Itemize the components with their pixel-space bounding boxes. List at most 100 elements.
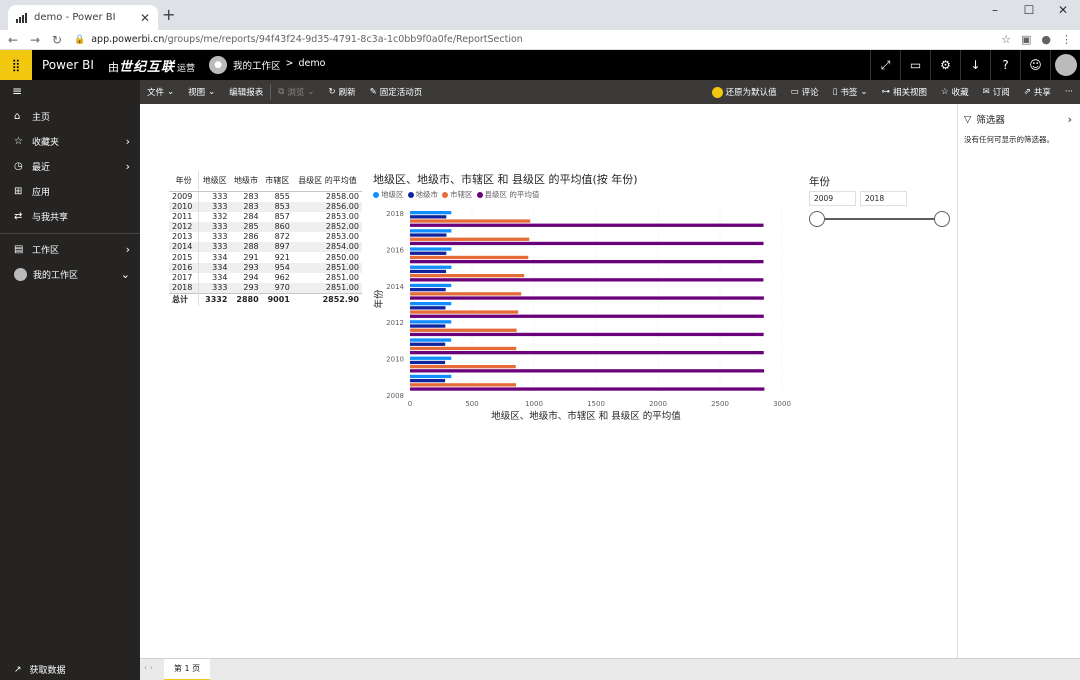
download-icon[interactable]: ↓ xyxy=(960,50,990,80)
table-row[interactable]: 2016 334 293 954 2851.00 xyxy=(169,262,362,273)
command-bar: 文件 ⌄ 视图 ⌄ 编辑报表 ⧉ 浏览 ⌄ ↻ 刷新 ✎ 固定活动页 还原为默认值 ▭ 评论 … xyxy=(140,80,1080,104)
settings-icon[interactable]: ⚙ xyxy=(930,50,960,80)
forward-icon[interactable]: → xyxy=(26,33,44,47)
subscribe-label: 订阅 xyxy=(992,88,1010,98)
workspaces-icon: ▤ xyxy=(14,244,24,255)
refresh-button[interactable]: ↻ 刷新 xyxy=(322,86,363,98)
table-cell: 2011 xyxy=(169,211,200,222)
legend-item[interactable]: 市辖区 xyxy=(442,189,473,200)
column-header[interactable]: 地级区 xyxy=(198,171,231,192)
slicer-to-input[interactable]: 2018 xyxy=(860,191,907,206)
extension-icon[interactable]: ▣ xyxy=(1021,33,1031,46)
workspace-avatar: ● xyxy=(209,56,228,74)
table-cell: 2852.00 xyxy=(292,221,362,233)
nav-apps[interactable]: ⊞ 应用 xyxy=(0,179,140,204)
table-cell: 2851.00 xyxy=(292,283,362,294)
related-view-button[interactable]: ⊶ 相关视图 xyxy=(874,86,934,98)
table-row[interactable]: 2013 333 286 872 2853.00 xyxy=(169,232,362,243)
page-tab[interactable]: 第 1 页 xyxy=(164,659,210,680)
table-row[interactable]: 2014 333 288 897 2854.00 xyxy=(169,242,362,253)
table-row[interactable]: 2018 333 293 970 2851.00 xyxy=(169,283,362,294)
table-cell: 921 xyxy=(274,252,290,262)
y-tick-label: 2014 xyxy=(386,283,404,291)
refresh-icon: ↻ xyxy=(328,87,336,97)
breadcrumb-separator: > xyxy=(285,58,294,69)
hamburger-menu-icon[interactable]: ≡ xyxy=(0,80,140,104)
column-header[interactable]: 县级区 的平均值 xyxy=(292,171,362,192)
maximize-button[interactable]: ☐ xyxy=(1012,0,1046,22)
menu-icon[interactable]: ⋮ xyxy=(1061,33,1072,46)
table-row[interactable]: 2017 334 294 962 2851.00 xyxy=(169,272,362,283)
minimize-button[interactable]: – xyxy=(978,0,1012,22)
share-button[interactable]: ⇗ 共享 xyxy=(1017,86,1058,98)
reset-label: 还原为默认值 xyxy=(725,88,777,98)
x-tick-label: 1000 xyxy=(525,400,543,408)
close-window-button[interactable]: ✕ xyxy=(1046,0,1080,22)
table-row[interactable]: 2010 333 283 853 2856.00 xyxy=(169,201,362,212)
table-row[interactable]: 2009 333 283 855 2858.00 xyxy=(169,191,362,202)
url-field[interactable]: 🔒 app.powerbi.cn /groups/me/reports/94f4… xyxy=(74,32,994,48)
browser-tab[interactable]: demo - Power BI ✕ xyxy=(8,5,158,30)
nav-home[interactable]: ⌂ 主页 xyxy=(0,104,140,129)
legend-item[interactable]: 县级区 的平均值 xyxy=(476,189,539,200)
bar-chart[interactable]: 0 500 1000 1500 2000 2500 3000 2018 2016 2014 2012… xyxy=(370,200,800,425)
table-row[interactable]: 2011 332 284 857 2853.00 xyxy=(169,211,362,222)
chevron-down-icon: ⌄ xyxy=(120,268,130,281)
subscribe-button[interactable]: ✉ 订阅 xyxy=(976,86,1017,98)
slicer-from-input[interactable]: 2009 xyxy=(809,191,856,206)
nav-recent[interactable]: ◷ 最近 › xyxy=(0,154,140,179)
close-tab-icon[interactable]: ✕ xyxy=(140,11,150,25)
app-launcher-icon[interactable]: ⣿ xyxy=(0,50,32,80)
legend-item[interactable]: 地级区 xyxy=(373,189,404,200)
reload-icon[interactable]: ↻ xyxy=(48,33,66,47)
file-menu[interactable]: 文件 ⌄ xyxy=(140,86,181,98)
bar-地级市 xyxy=(410,324,446,328)
nav-shared[interactable]: ⇄ 与我共享 xyxy=(0,204,140,229)
table-cell: 970 xyxy=(261,283,293,294)
notifications-icon[interactable]: ▭ xyxy=(900,50,930,80)
table-row[interactable]: 2015 334 291 921 2850.00 xyxy=(169,252,362,263)
slicer-min-handle[interactable] xyxy=(809,211,825,227)
slicer-max-handle[interactable] xyxy=(934,211,950,227)
edit-report-button[interactable]: 编辑报表 xyxy=(222,86,270,98)
profile-icon[interactable]: ● xyxy=(1041,33,1051,46)
get-data-button[interactable]: ↗ 获取数据 xyxy=(14,663,66,677)
nav-favorites[interactable]: ☆ 收藏夹 › xyxy=(0,129,140,154)
help-icon[interactable]: ? xyxy=(990,50,1020,80)
table-total-cell: 2880 xyxy=(230,293,262,306)
feedback-smiley-icon[interactable]: ☺ xyxy=(1020,50,1050,80)
back-icon[interactable]: ← xyxy=(4,33,22,47)
user-avatar[interactable] xyxy=(1050,50,1080,80)
column-header[interactable]: 地级市 xyxy=(230,171,262,192)
table-cell: 333 xyxy=(198,242,231,253)
view-menu[interactable]: 视图 ⌄ xyxy=(181,86,222,98)
nav-workspaces[interactable]: ▤ 工作区 › xyxy=(0,237,140,262)
star-icon: ☆ xyxy=(940,87,949,97)
favorite-button[interactable]: ☆ 收藏 xyxy=(934,86,976,98)
bar-县级区 的平均值 xyxy=(410,314,764,318)
comment-icon: ▭ xyxy=(790,87,799,97)
chevron-right-icon[interactable]: › xyxy=(1068,113,1072,126)
column-header[interactable]: 年份 xyxy=(169,171,200,192)
app-name[interactable]: Power BI xyxy=(42,58,102,72)
legend-item[interactable]: 地级市 xyxy=(407,189,438,200)
comment-button[interactable]: ▭ 评论 xyxy=(784,86,826,98)
table-cell: 286 xyxy=(243,232,259,242)
page-nav-arrows[interactable]: ‹ › xyxy=(144,663,153,672)
fullscreen-icon[interactable]: ⤢ xyxy=(870,50,900,80)
nav-my-workspace[interactable]: 我的工作区 ⌄ xyxy=(0,262,140,287)
column-header[interactable]: 市辖区 xyxy=(261,171,293,192)
bookmark-star-icon[interactable]: ☆ xyxy=(1001,33,1011,46)
table-cell: 857 xyxy=(274,211,290,221)
home-icon: ⌂ xyxy=(14,111,21,122)
breadcrumb-workspace[interactable]: 我的工作区 xyxy=(233,58,281,72)
table-cell: 2013 xyxy=(169,232,200,243)
new-tab-button[interactable]: + xyxy=(162,5,175,24)
data-table[interactable]: 年份 地级区 地级市 市辖区 县级区 的平均值 2009 333 283 855 285… xyxy=(169,171,362,306)
table-row[interactable]: 2012 333 285 860 2852.00 xyxy=(169,221,362,233)
reset-default-button[interactable]: 还原为默认值 xyxy=(705,86,784,98)
pin-page-button[interactable]: ✎ 固定活动页 xyxy=(363,86,430,98)
bookmark-button[interactable]: ▯ 书签 ⌄ xyxy=(826,86,875,98)
filter-pane-header[interactable]: ▽ 筛选器 › xyxy=(964,112,1080,127)
more-options-button[interactable]: ··· xyxy=(1058,86,1080,98)
